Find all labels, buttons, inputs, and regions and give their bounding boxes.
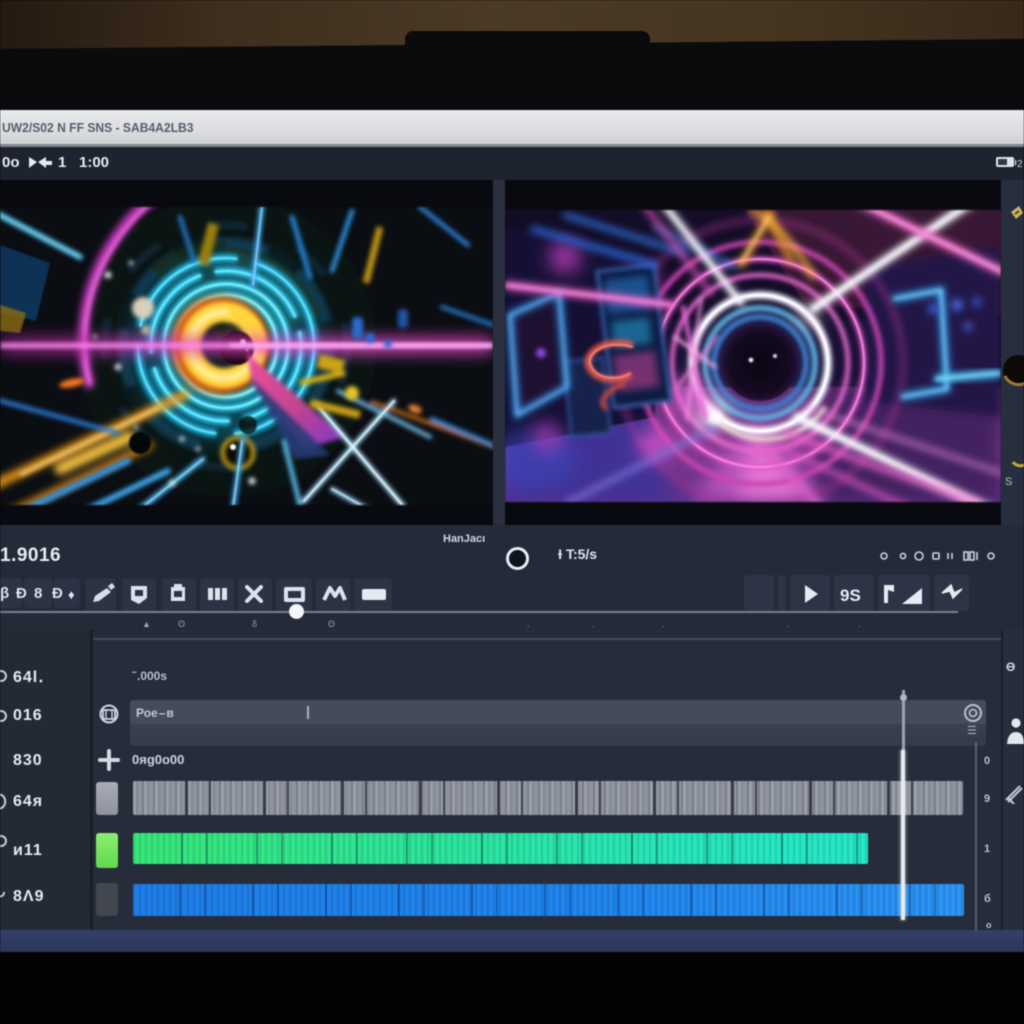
svg-text:δ: δ <box>252 619 257 629</box>
svg-text:▲: ▲ <box>142 619 151 629</box>
svg-text:.: . <box>662 619 665 629</box>
svg-text:ʘ: ʘ <box>178 619 185 629</box>
svg-text:.: . <box>858 619 861 629</box>
svg-text:.: . <box>787 619 790 629</box>
svg-text:.: . <box>592 619 595 629</box>
svg-text:β: β <box>0 585 9 602</box>
svg-text:Ѕ: Ѕ <box>1005 476 1012 488</box>
svg-text:9S: 9S <box>840 586 861 605</box>
svg-text:♦: ♦ <box>68 587 75 602</box>
svg-text:ʘ: ʘ <box>328 619 335 629</box>
svg-text:8: 8 <box>34 585 42 602</box>
svg-text:Ð: Ð <box>16 585 27 602</box>
svg-text:.: . <box>527 619 530 629</box>
svg-text:Ð: Ð <box>52 585 63 602</box>
svg-text:2: 2 <box>1017 159 1022 169</box>
